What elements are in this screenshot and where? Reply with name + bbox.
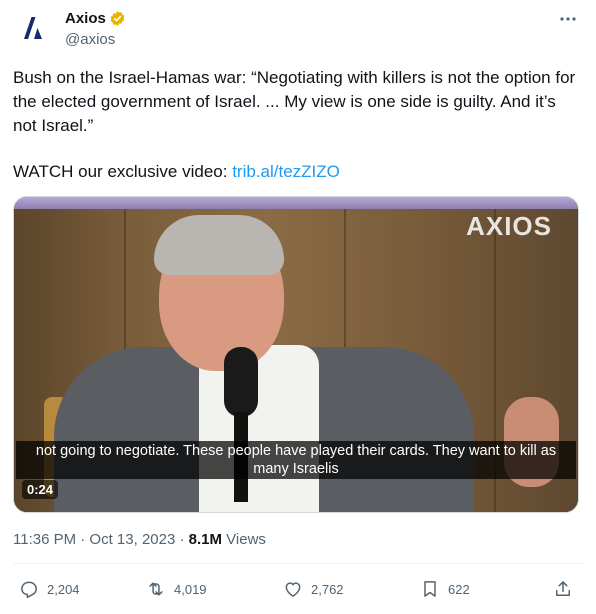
tweet-link[interactable]: trib.al/tezZIZO	[232, 162, 340, 181]
divider	[13, 563, 583, 564]
like-button[interactable]: 2,762	[283, 579, 344, 599]
repost-icon	[149, 582, 163, 596]
tweet-text: Bush on the Israel-Hamas war: “Negotiati…	[13, 68, 580, 135]
video-player[interactable]: AXIOS not going to negotiate. These peop…	[13, 196, 579, 513]
views-label: Views	[222, 531, 266, 548]
avatar[interactable]	[13, 8, 53, 48]
speaker-hair	[154, 215, 284, 275]
views-count: 8.1M	[188, 531, 223, 548]
reply-button[interactable]: 2,204	[19, 579, 80, 599]
tweet-timestamp[interactable]: 11:36 PM · Oct 13, 2023 ·	[13, 531, 189, 548]
share-icon	[556, 581, 570, 596]
tweet-watch-line: WATCH our exclusive video: trib.al/tezZI…	[13, 160, 583, 184]
axios-watermark: AXIOS	[466, 211, 552, 241]
tweet-meta: 11:36 PM · Oct 13, 2023 · 8.1M Views	[13, 531, 266, 548]
bookmark-icon	[424, 581, 436, 597]
author-name-row: Axios	[65, 10, 126, 27]
like-count: 2,762	[311, 581, 344, 597]
verified-badge-icon	[110, 11, 125, 26]
tweet: Axios @axios Bush on the Israel-Hamas wa…	[0, 0, 596, 614]
display-name[interactable]: Axios	[65, 10, 106, 27]
axios-logo-icon	[24, 17, 42, 39]
more-icon[interactable]	[558, 9, 578, 29]
repost-button[interactable]: 4,019	[146, 579, 207, 599]
bookmark-button[interactable]: 622	[420, 579, 470, 599]
share-button[interactable]	[553, 579, 581, 599]
reply-icon	[21, 581, 37, 599]
reply-count: 2,204	[47, 581, 80, 597]
stage-light-band	[14, 197, 578, 209]
video-duration: 0:24	[22, 480, 59, 499]
like-icon	[285, 582, 301, 597]
repost-count: 4,019	[174, 581, 207, 597]
author-handle[interactable]: @axios	[65, 31, 115, 48]
watch-prefix: WATCH our exclusive video:	[13, 162, 233, 181]
caption-text: not going to negotiate. These people hav…	[16, 441, 576, 479]
microphone	[224, 347, 258, 417]
video-caption: not going to negotiate. These people hav…	[14, 441, 578, 479]
action-bar: 2,204 4,019 2,762 622	[13, 579, 583, 603]
bookmark-count: 622	[448, 581, 470, 597]
